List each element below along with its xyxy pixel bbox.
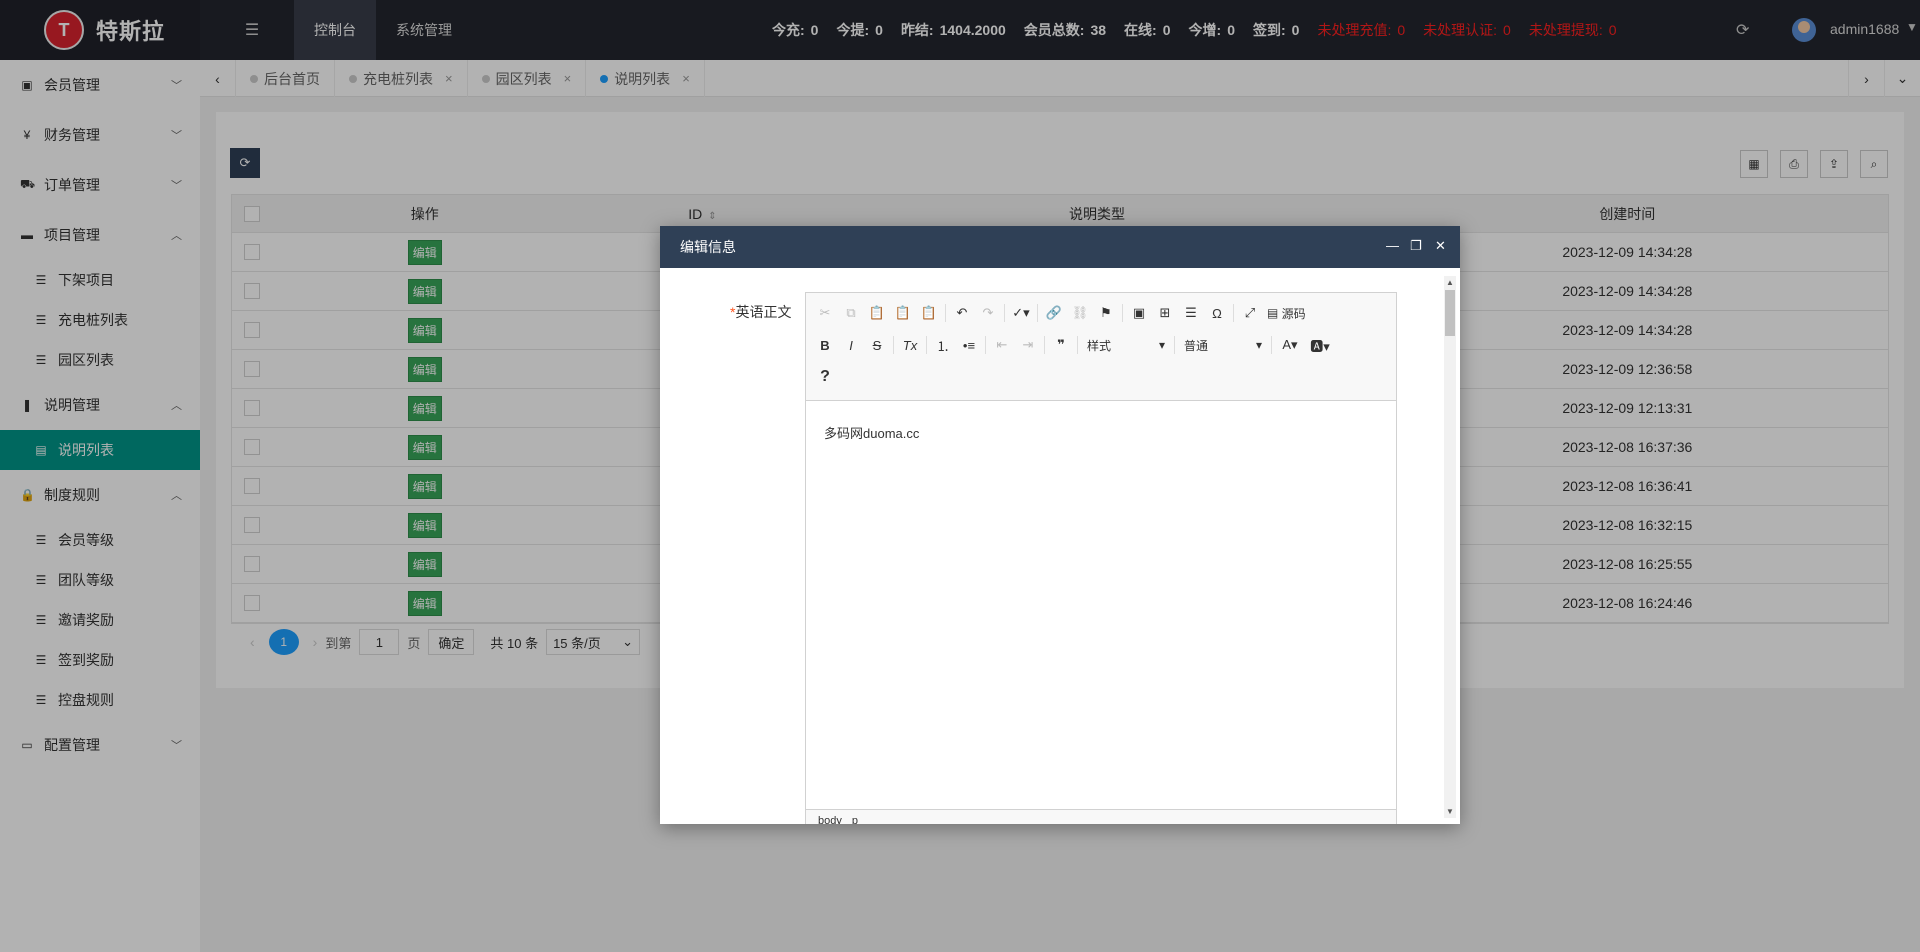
scroll-down-icon[interactable]: ▼: [1446, 807, 1454, 816]
modal-title: 编辑信息: [680, 239, 736, 255]
bulleted-list-icon[interactable]: •≡: [956, 333, 982, 357]
scroll-thumb[interactable]: [1445, 290, 1455, 336]
spellcheck-icon[interactable]: ✓▾: [1008, 301, 1034, 325]
italic-icon[interactable]: I: [838, 333, 864, 357]
numbered-list-icon[interactable]: ⒈: [930, 333, 956, 357]
modal-scrollbar[interactable]: ▲ ▼: [1444, 276, 1456, 818]
paste-text-icon[interactable]: 📋: [890, 301, 916, 325]
link-icon[interactable]: 🔗: [1041, 301, 1067, 325]
help-icon[interactable]: ?: [812, 365, 838, 389]
cut-icon[interactable]: ✂: [812, 301, 838, 325]
path-body[interactable]: body: [818, 815, 842, 825]
rich-text-editor: ✂ ⧉ 📋 📋 📋 ↶ ↷ ✓▾ 🔗 ⛓ ⚑ ▣ ⊞ ☰ Ω ⤢ ▤ 源码 B …: [805, 292, 1397, 824]
redo-icon[interactable]: ↷: [975, 301, 1001, 325]
image-icon[interactable]: ▣: [1126, 301, 1152, 325]
editor-path: body p: [806, 809, 1396, 824]
close-icon[interactable]: ✕: [1435, 238, 1446, 254]
source-icon: ▤: [1267, 306, 1282, 320]
special-char-icon[interactable]: Ω: [1204, 301, 1230, 325]
anchor-flag-icon[interactable]: ⚑: [1093, 301, 1119, 325]
minimize-icon[interactable]: —: [1386, 238, 1399, 253]
outdent-icon[interactable]: ⇤: [989, 333, 1015, 357]
blockquote-icon[interactable]: ❞: [1048, 333, 1074, 357]
editor-toolbar: ✂ ⧉ 📋 📋 📋 ↶ ↷ ✓▾ 🔗 ⛓ ⚑ ▣ ⊞ ☰ Ω ⤢ ▤ 源码 B …: [806, 293, 1396, 401]
strikethrough-icon[interactable]: S: [864, 333, 890, 357]
table-icon[interactable]: ⊞: [1152, 301, 1178, 325]
bold-icon[interactable]: B: [812, 333, 838, 357]
paste-word-icon[interactable]: 📋: [916, 301, 942, 325]
maximize-icon[interactable]: ❐: [1410, 238, 1422, 254]
source-button[interactable]: ▤ 源码: [1263, 305, 1310, 322]
undo-icon[interactable]: ↶: [949, 301, 975, 325]
editor-content[interactable]: 多码网duoma.cc: [806, 401, 1396, 801]
maximize-editor-icon[interactable]: ⤢: [1237, 301, 1263, 325]
remove-format-icon[interactable]: Tx: [897, 333, 923, 357]
path-p[interactable]: p: [852, 815, 858, 825]
field-label: *英语正文: [730, 304, 792, 320]
indent-icon[interactable]: ⇥: [1015, 333, 1041, 357]
edit-modal: 编辑信息 — ❐ ✕ *英语正文 ✂ ⧉ 📋 📋 📋 ↶ ↷ ✓▾ 🔗 ⛓ ⚑ …: [660, 226, 1460, 824]
format-combo[interactable]: 普通 ▾: [1178, 334, 1268, 356]
copy-icon[interactable]: ⧉: [838, 301, 864, 325]
modal-body: *英语正文 ✂ ⧉ 📋 📋 📋 ↶ ↷ ✓▾ 🔗 ⛓ ⚑ ▣ ⊞ ☰ Ω ⤢ ▤…: [660, 268, 1442, 824]
styles-combo[interactable]: 样式 ▾: [1081, 334, 1171, 356]
unlink-icon[interactable]: ⛓: [1067, 301, 1093, 325]
text-color-icon[interactable]: A▾: [1275, 333, 1305, 357]
bg-color-icon[interactable]: 🅰▾: [1305, 333, 1335, 357]
scroll-up-icon[interactable]: ▲: [1446, 278, 1454, 287]
paste-icon[interactable]: 📋: [864, 301, 890, 325]
modal-title-bar[interactable]: 编辑信息 — ❐ ✕: [660, 226, 1460, 268]
horizontal-rule-icon[interactable]: ☰: [1178, 301, 1204, 325]
